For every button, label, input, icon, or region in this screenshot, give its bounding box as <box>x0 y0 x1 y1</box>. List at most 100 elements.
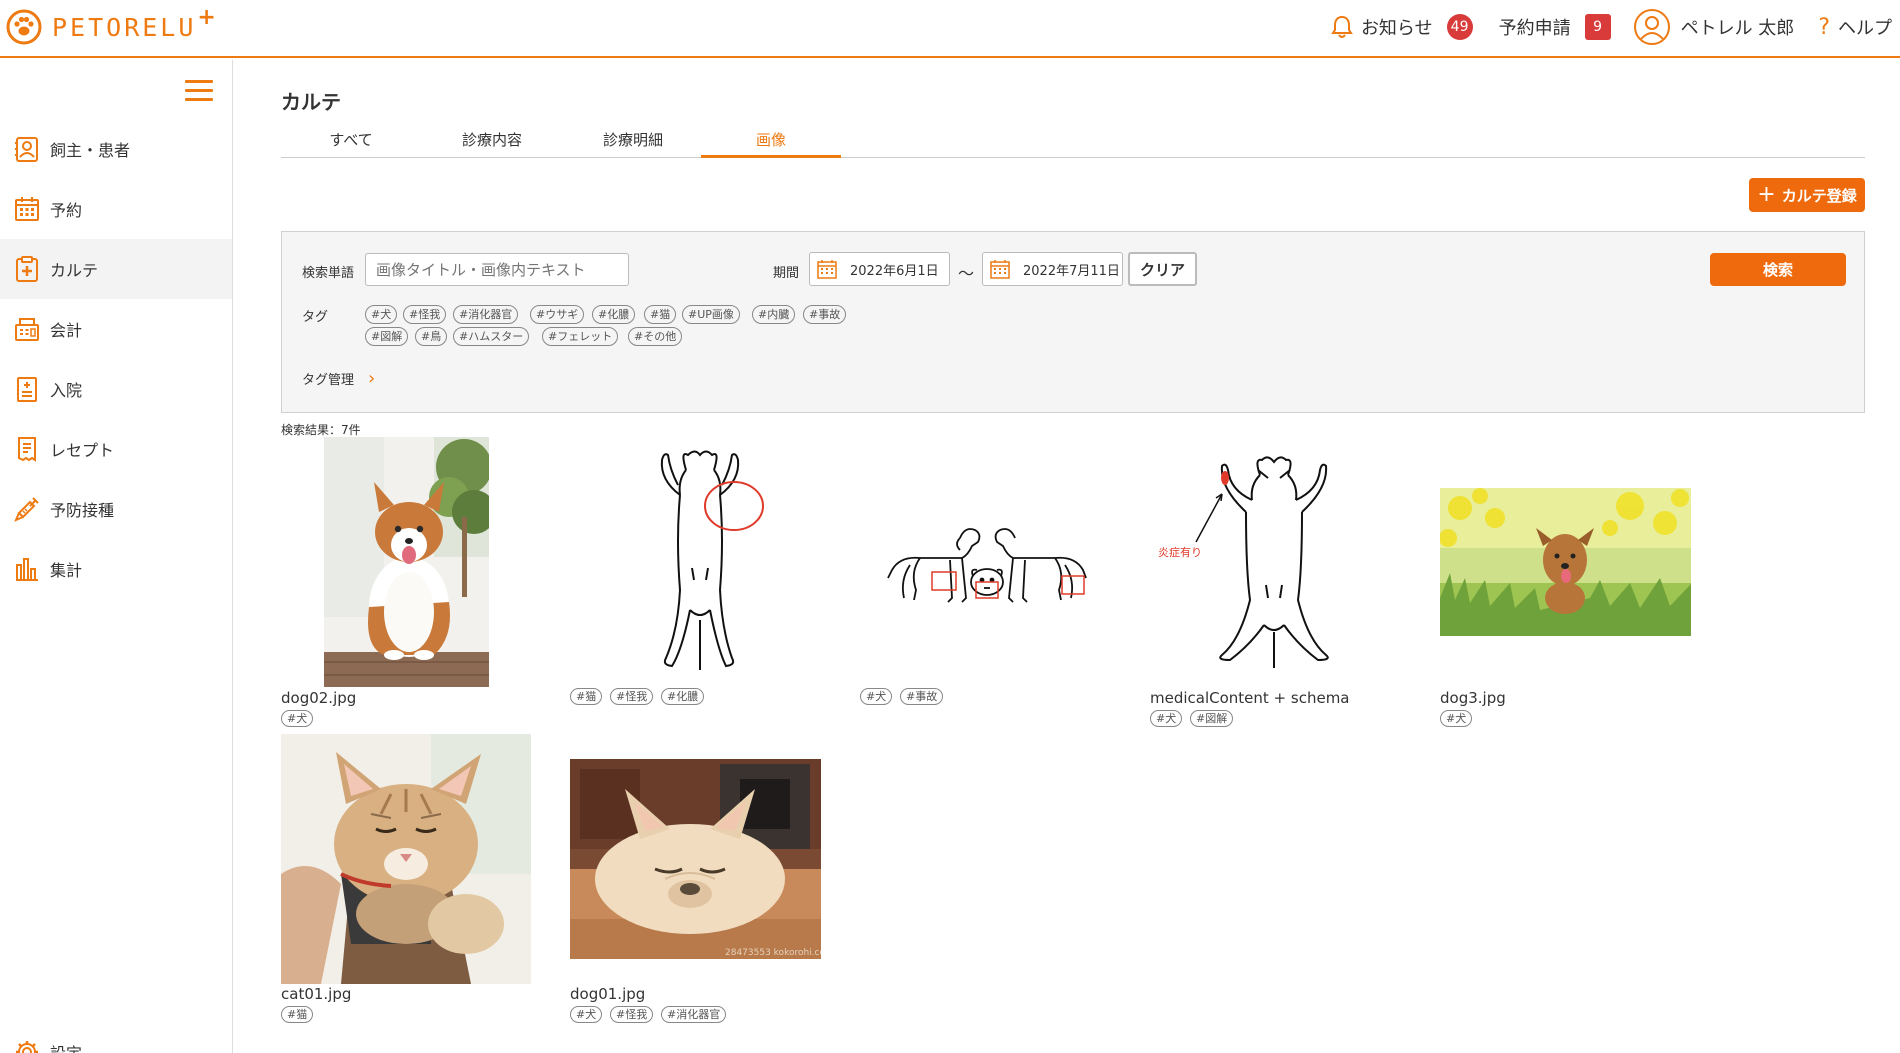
sidebar-item-label: 会計 <box>50 321 83 340</box>
date-from-value: 2022年6月1日 <box>850 263 939 279</box>
help-icon: ? <box>1818 14 1830 40</box>
tag-filter-chip[interactable]: #消化器官 <box>453 305 519 324</box>
sidebar-item-hospitalization[interactable]: 入院 <box>0 359 232 419</box>
result-image-tag: #猫 <box>281 1006 314 1023</box>
result-image-name: cat01.jpg <box>281 985 352 1003</box>
tag-filter-chip[interactable]: #化膿 <box>592 305 636 324</box>
sidebar-item-label: 入院 <box>50 381 83 400</box>
result-image-tag: #怪我 <box>610 1006 654 1023</box>
result-image-tag: #怪我 <box>610 688 654 705</box>
sidebar-item-label: 集計 <box>50 561 83 580</box>
user-menu[interactable]: ペトレル 太郎 <box>1633 8 1794 46</box>
tab-billing-details[interactable]: 診療明細 <box>563 128 703 158</box>
syringe-icon <box>12 494 42 524</box>
result-image-tag: #化膿 <box>661 688 705 705</box>
tag-filter-chip[interactable]: #UP画像 <box>682 305 740 324</box>
result-image-tag: #消化器官 <box>661 1006 727 1023</box>
tag-filter-chip[interactable]: #猫 <box>644 305 677 324</box>
result-image-thumbnail[interactable]: 炎症有り <box>1150 450 1350 675</box>
paw-logo-icon <box>6 9 42 45</box>
result-image-thumbnail[interactable] <box>880 510 1090 610</box>
tag-filter-chip[interactable]: #ハムスター <box>453 327 530 346</box>
date-to-field[interactable]: 2022年7月11日 <box>982 252 1123 286</box>
result-image-name: dog3.jpg <box>1440 689 1506 707</box>
tag-management-link[interactable]: タグ管理 › <box>302 368 375 389</box>
result-image-name: dog02.jpg <box>281 689 357 707</box>
tag-filter-chip[interactable]: #怪我 <box>403 305 447 324</box>
tab-images[interactable]: 画像 <box>701 128 841 158</box>
brand-logo[interactable]: PETORELU + <box>6 5 216 45</box>
hospitalization-icon <box>12 374 42 404</box>
result-image-tag: #犬 <box>1440 710 1473 727</box>
result-image-thumbnail[interactable] <box>281 734 531 984</box>
chart-record-icon <box>12 254 42 284</box>
sidebar: 飼主・患者 予約 カルテ 会計 入院 レセプト 予防接種 集計 <box>0 60 233 1053</box>
tab-all[interactable]: すべて <box>281 128 421 158</box>
sidebar-item-label: 予約 <box>50 201 83 220</box>
sidebar-item-label: 飼主・患者 <box>50 141 131 160</box>
bell-icon <box>1331 15 1353 38</box>
bar-chart-icon <box>12 554 42 584</box>
result-image-thumbnail[interactable] <box>620 440 780 680</box>
sidebar-item-reservations[interactable]: 予約 <box>0 179 232 239</box>
result-image-tag: #犬 <box>1150 710 1183 727</box>
register-record-button[interactable]: + カルテ登録 <box>1749 178 1865 212</box>
tag-filter-chip[interactable]: #フェレット <box>542 327 619 346</box>
watermark-text: 28473553 kokorohi.com <box>725 948 821 958</box>
search-panel: 検索単語 期間 2022年6月1日 ～ 2022年7月11日 クリア 検索 タグ… <box>281 231 1865 413</box>
sidebar-item-settings[interactable]: 設定 <box>0 1022 232 1053</box>
hamburger-menu-icon[interactable] <box>185 80 213 102</box>
tag-management-label: タグ管理 <box>302 373 355 388</box>
help-label: ヘルプ <box>1838 18 1892 39</box>
tag-filter-chip[interactable]: #鳥 <box>415 327 448 346</box>
reservation-requests-label: 予約申請 <box>1498 18 1571 39</box>
tag-filter-chip[interactable]: #事故 <box>803 305 847 324</box>
help-button[interactable]: ? ヘルプ <box>1818 14 1892 40</box>
dog-back-schema: 炎症有り <box>1150 450 1350 675</box>
page-title: カルテ <box>281 90 341 114</box>
tag-filter-chip[interactable]: #ウサギ <box>530 305 585 324</box>
clear-button[interactable]: クリア <box>1128 252 1197 286</box>
keyword-search-input[interactable] <box>365 253 629 286</box>
sidebar-item-label: 予防接種 <box>50 501 115 520</box>
sidebar-item-receipts[interactable]: レセプト <box>0 419 232 479</box>
tab-treatment[interactable]: 診療内容 <box>422 128 562 158</box>
result-image-tag: #猫 <box>570 688 603 705</box>
result-image-tag: #事故 <box>900 688 944 705</box>
notifications-count-badge: 49 <box>1446 14 1473 40</box>
record-tabs: すべて 診療内容 診療明細 画像 <box>281 128 1865 158</box>
owner-patient-icon <box>12 134 42 164</box>
date-range-separator: ～ <box>958 264 975 283</box>
sidebar-item-owners-patients[interactable]: 飼主・患者 <box>0 119 232 179</box>
register-icon <box>12 314 42 344</box>
sidebar-item-statistics[interactable]: 集計 <box>0 539 232 599</box>
corgi-photo <box>324 437 489 687</box>
date-from-field[interactable]: 2022年6月1日 <box>809 252 950 286</box>
reservation-requests-count-badge: 9 <box>1584 14 1611 40</box>
receipt-icon <box>12 434 42 464</box>
reservation-requests-button[interactable]: 予約申請 9 <box>1499 14 1611 40</box>
sidebar-item-vaccinations[interactable]: 予防接種 <box>0 479 232 539</box>
register-record-label: カルテ登録 <box>1781 186 1857 205</box>
period-label: 期間 <box>773 266 800 281</box>
notifications-button[interactable]: お知らせ 49 <box>1331 14 1473 40</box>
result-image-tag: #犬 <box>860 688 893 705</box>
sidebar-item-label: 設定 <box>50 1040 82 1053</box>
search-button[interactable]: 検索 <box>1710 253 1846 286</box>
tag-filter-chip[interactable]: #犬 <box>365 305 398 324</box>
tag-filter-chip[interactable]: #内臓 <box>752 305 796 324</box>
result-image-thumbnail[interactable]: 28473553 kokorohi.com <box>570 759 821 959</box>
cat-anatomy-schema <box>620 440 780 680</box>
tag-filter-chip[interactable]: #その他 <box>628 327 683 346</box>
calendar-icon <box>990 260 1010 279</box>
header-actions: お知らせ 49 予約申請 9 ペトレル 太郎 ? ヘルプ <box>1313 8 1892 46</box>
sidebar-item-accounting[interactable]: 会計 <box>0 299 232 359</box>
result-count: 検索結果：7件 <box>281 423 361 437</box>
sidebar-item-medical-records[interactable]: カルテ <box>0 239 232 299</box>
tag-filter-chip[interactable]: #図解 <box>365 327 409 346</box>
dog-anatomy-schema <box>880 510 1090 610</box>
result-image-thumbnail[interactable] <box>1440 488 1691 636</box>
result-image-thumbnail[interactable] <box>324 437 489 687</box>
result-image-tag: #犬 <box>570 1006 603 1023</box>
chevron-right-icon: › <box>368 368 376 389</box>
